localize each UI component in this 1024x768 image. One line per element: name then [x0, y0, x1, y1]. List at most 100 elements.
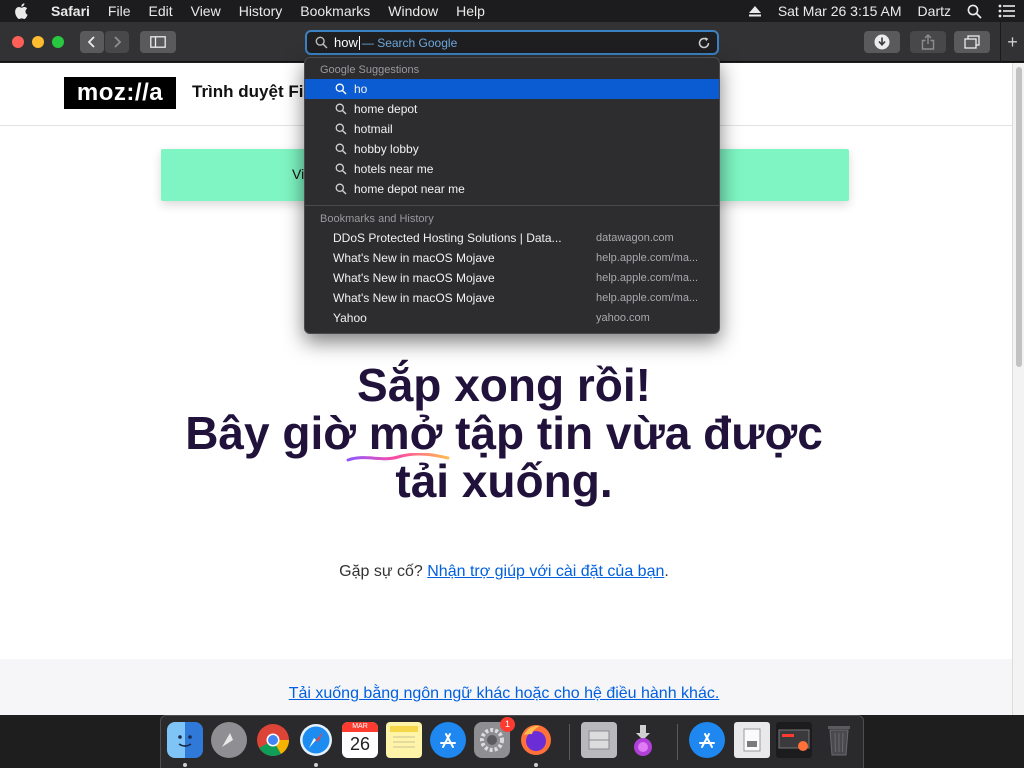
firefox-icon[interactable]	[518, 722, 554, 758]
menu-file[interactable]: File	[99, 0, 140, 22]
suggestion-item[interactable]: ho	[305, 79, 719, 99]
reload-icon[interactable]	[697, 36, 711, 53]
launchpad-icon[interactable]	[211, 722, 247, 758]
search-icon	[335, 143, 349, 155]
chrome-icon[interactable]	[255, 722, 291, 758]
menu-bookmarks[interactable]: Bookmarks	[291, 0, 379, 22]
suggestion-label: hobby lobby	[354, 142, 419, 156]
bookmarks-history-header: Bookmarks and History	[320, 213, 434, 225]
menu-window[interactable]: Window	[379, 0, 447, 22]
firefox-installer-icon[interactable]	[625, 722, 661, 758]
safari-icon[interactable]	[298, 722, 334, 758]
menu-view[interactable]: View	[182, 0, 230, 22]
sidebar-icon	[150, 36, 166, 48]
running-indicator	[534, 763, 538, 767]
history-url: help.apple.com/ma...	[596, 292, 699, 304]
menu-app-name[interactable]: Safari	[42, 0, 99, 22]
dock-divider	[569, 724, 570, 760]
address-search-hint: — Search Google	[361, 35, 458, 50]
notification-center-icon[interactable]	[990, 4, 1024, 18]
finder-icon[interactable]	[167, 722, 203, 758]
help-suffix: .	[664, 563, 669, 580]
history-url: datawagon.com	[596, 232, 674, 244]
scrollbar-thumb[interactable]	[1016, 67, 1022, 367]
calendar-icon[interactable]: MAR 26	[342, 722, 378, 758]
text-caret	[358, 35, 360, 50]
download-icon	[874, 34, 890, 50]
back-button[interactable]	[80, 31, 104, 53]
downloads-button[interactable]	[864, 31, 900, 53]
sidebar-button[interactable]	[140, 31, 176, 53]
footer-section: Tải xuống bằng ngôn ngữ khác hoặc cho hệ…	[0, 659, 1012, 715]
address-bar[interactable]: how — Search Google	[305, 30, 719, 55]
tabs-icon	[964, 35, 980, 49]
suggestion-label: hotels near me	[354, 162, 434, 176]
notice-banner-text: Vi	[292, 166, 305, 182]
address-suggestions-dropdown: Google Suggestions ho home depot hotmail…	[304, 57, 720, 334]
history-item[interactable]: What's New in macOS Mojave help.apple.co…	[305, 268, 719, 288]
close-window-button[interactable]	[12, 36, 24, 48]
calendar-day: 26	[349, 734, 371, 754]
address-typed-text: how	[334, 35, 358, 50]
search-icon	[315, 36, 328, 49]
search-icon	[335, 83, 349, 95]
dock: MAR 26 1	[160, 715, 864, 768]
clock[interactable]: Sat Mar 26 3:15 AM	[770, 0, 910, 22]
user-name[interactable]: Dartz	[910, 0, 959, 22]
screenshot-thumbnail-icon[interactable]	[776, 722, 812, 758]
minimize-window-button[interactable]	[32, 36, 44, 48]
help-prefix: Gặp sự cố?	[339, 563, 423, 580]
history-item[interactable]: What's New in macOS Mojave help.apple.co…	[305, 288, 719, 308]
forward-button[interactable]	[105, 31, 129, 53]
history-url: help.apple.com/ma...	[596, 252, 699, 264]
menu-history[interactable]: History	[230, 0, 292, 22]
running-indicator	[314, 763, 318, 767]
help-line: Gặp sự cố? Nhận trợ giúp với cài đặt của…	[0, 563, 1008, 581]
trash-icon[interactable]	[821, 722, 857, 758]
history-url: help.apple.com/ma...	[596, 272, 699, 284]
other-downloads-link[interactable]: Tải xuống bằng ngôn ngữ khác hoặc cho hệ…	[0, 685, 1008, 703]
eject-icon[interactable]	[740, 5, 770, 17]
downloads-folder-app-store-icon[interactable]	[689, 722, 725, 758]
system-preferences-icon[interactable]: 1	[474, 717, 515, 758]
headline-line-1: Sắp xong rồi!	[357, 359, 651, 411]
headline-line-2: Bây giờ mở tập tin vừa được	[185, 407, 823, 459]
disk-utility-icon[interactable]	[581, 722, 617, 758]
history-item[interactable]: What's New in macOS Mojave help.apple.co…	[305, 248, 719, 268]
search-icon	[335, 183, 349, 195]
search-icon	[335, 123, 349, 135]
mozilla-logo[interactable]: moz://a	[64, 77, 176, 109]
suggestion-item[interactable]: hotels near me	[305, 159, 719, 179]
help-link[interactable]: Nhận trợ giúp với cài đặt của bạn	[427, 563, 664, 580]
app-store-icon[interactable]	[430, 722, 466, 758]
suggestion-item[interactable]: home depot near me	[305, 179, 719, 199]
suggestion-item[interactable]: home depot	[305, 99, 719, 119]
history-title: DDoS Protected Hosting Solutions | Data.…	[333, 231, 562, 245]
vertical-scrollbar[interactable]	[1012, 63, 1024, 715]
plus-icon: +	[1007, 31, 1018, 52]
zoom-window-button[interactable]	[52, 36, 64, 48]
chevron-left-icon	[87, 36, 95, 48]
spotlight-search-icon[interactable]	[959, 4, 990, 19]
tab-overview-button[interactable]	[954, 31, 990, 53]
decorative-underline-squiggle	[346, 453, 450, 462]
headline-line-3: tải xuống.	[395, 455, 613, 507]
google-suggestions-header: Google Suggestions	[320, 64, 420, 76]
document-icon[interactable]	[734, 722, 770, 758]
history-item[interactable]: DDoS Protected Hosting Solutions | Data.…	[305, 228, 719, 248]
notes-icon[interactable]	[386, 722, 422, 758]
history-title: What's New in macOS Mojave	[333, 291, 495, 305]
history-item[interactable]: Yahoo yahoo.com	[305, 308, 719, 328]
share-button[interactable]	[910, 31, 946, 53]
suggestion-item[interactable]: hobby lobby	[305, 139, 719, 159]
suggestion-label: ho	[354, 82, 368, 96]
suggestion-item[interactable]: hotmail	[305, 119, 719, 139]
menu-help[interactable]: Help	[447, 0, 494, 22]
search-icon	[335, 103, 349, 115]
menu-edit[interactable]: Edit	[139, 0, 181, 22]
page-headline: Sắp xong rồi! Bây giờ mở tập tin vừa đượ…	[0, 361, 1008, 505]
new-tab-button[interactable]: +	[1000, 22, 1024, 62]
suggestion-label: home depot	[354, 102, 418, 116]
apple-menu-icon[interactable]	[14, 3, 42, 19]
dropdown-divider	[305, 205, 719, 206]
